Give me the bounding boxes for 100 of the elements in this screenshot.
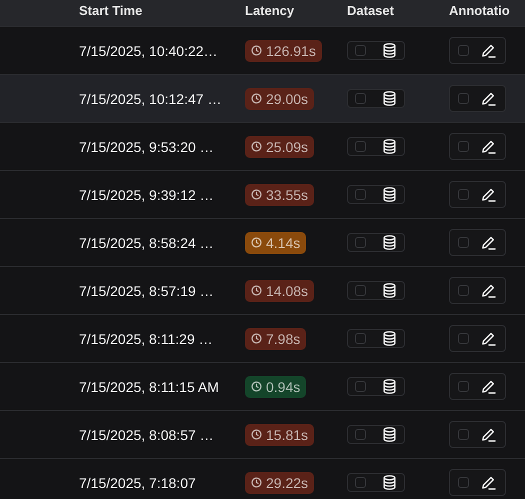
latency-badge: 7.98s bbox=[245, 328, 306, 350]
checkbox[interactable] bbox=[355, 237, 366, 248]
database-icon bbox=[383, 187, 396, 202]
start-time: 7/15/2025, 8:57:19 … bbox=[79, 282, 215, 298]
database-icon bbox=[383, 283, 396, 298]
checkbox[interactable] bbox=[458, 429, 469, 440]
dataset-toggle[interactable] bbox=[347, 41, 405, 60]
clock-icon bbox=[251, 285, 262, 296]
latency-badge: 126.91s bbox=[245, 40, 322, 62]
column-header[interactable]: Start Time bbox=[79, 4, 245, 18]
database-icon bbox=[383, 91, 396, 106]
annotation-toggle[interactable] bbox=[449, 373, 506, 400]
annotation-toggle[interactable] bbox=[449, 229, 506, 256]
database-icon bbox=[383, 379, 396, 394]
table-row[interactable]: 7/15/2025, 8:57:19 … 14.08s bbox=[0, 266, 525, 314]
checkbox[interactable] bbox=[458, 93, 469, 104]
pencil-icon bbox=[481, 380, 496, 394]
table-row[interactable]: 7/15/2025, 9:53:20 … 25.09s bbox=[0, 122, 525, 170]
checkbox[interactable] bbox=[458, 45, 469, 56]
pencil-icon bbox=[481, 140, 496, 154]
latency-badge: 29.22s bbox=[245, 472, 314, 494]
column-header[interactable]: Dataset bbox=[347, 4, 449, 18]
latency-badge: 33.55s bbox=[245, 184, 314, 206]
start-time: 7/15/2025, 7:18:07 bbox=[79, 474, 197, 490]
database-icon bbox=[383, 43, 396, 58]
annotation-toggle[interactable] bbox=[449, 133, 506, 160]
latency-badge: 25.09s bbox=[245, 136, 314, 158]
table-row[interactable]: 7/15/2025, 8:11:29 … 7.98s bbox=[0, 314, 525, 362]
pencil-icon bbox=[481, 332, 496, 346]
database-icon bbox=[383, 331, 396, 346]
pencil-icon bbox=[481, 92, 496, 106]
table-row[interactable]: 7/15/2025, 9:39:12 … 33.55s bbox=[0, 170, 525, 218]
database-icon bbox=[383, 235, 396, 250]
start-time: 7/15/2025, 8:11:15 AM bbox=[79, 378, 220, 394]
latency-badge: 0.94s bbox=[245, 376, 306, 398]
table-row[interactable]: 7/15/2025, 8:11:15 AM 0.94s bbox=[0, 362, 525, 410]
annotation-toggle[interactable] bbox=[449, 37, 506, 64]
clock-icon bbox=[251, 333, 262, 344]
checkbox[interactable] bbox=[458, 477, 469, 488]
start-time: 7/15/2025, 10:40:22… bbox=[79, 42, 219, 58]
table-row[interactable]: 7/15/2025, 8:08:57 … 15.81s bbox=[0, 410, 525, 458]
checkbox[interactable] bbox=[355, 141, 366, 152]
pencil-icon bbox=[481, 236, 496, 250]
latency-badge: 14.08s bbox=[245, 280, 314, 302]
dataset-toggle[interactable] bbox=[347, 89, 405, 108]
checkbox[interactable] bbox=[355, 189, 366, 200]
checkbox[interactable] bbox=[355, 93, 366, 104]
latency-badge: 4.14s bbox=[245, 232, 306, 254]
clock-icon bbox=[251, 93, 262, 104]
table-row[interactable]: 7/15/2025, 10:40:22… 126.91s bbox=[0, 26, 525, 74]
dataset-toggle[interactable] bbox=[347, 329, 405, 348]
table-row[interactable]: 7/15/2025, 7:18:07 29.22s bbox=[0, 458, 525, 499]
checkbox[interactable] bbox=[355, 45, 366, 56]
annotation-toggle[interactable] bbox=[449, 277, 506, 304]
annotation-toggle[interactable] bbox=[449, 85, 506, 112]
checkbox[interactable] bbox=[458, 189, 469, 200]
table-row[interactable]: 7/15/2025, 10:12:47 … 29.00s bbox=[0, 74, 525, 122]
annotation-toggle[interactable] bbox=[449, 325, 506, 352]
checkbox[interactable] bbox=[458, 141, 469, 152]
table-row[interactable]: 7/15/2025, 8:58:24 … 4.14s bbox=[0, 218, 525, 266]
annotation-toggle[interactable] bbox=[449, 421, 506, 448]
dataset-toggle[interactable] bbox=[347, 137, 405, 156]
dataset-toggle[interactable] bbox=[347, 281, 405, 300]
clock-icon bbox=[251, 429, 262, 440]
pencil-icon bbox=[481, 476, 496, 490]
checkbox[interactable] bbox=[355, 333, 366, 344]
checkbox[interactable] bbox=[355, 429, 366, 440]
dataset-toggle[interactable] bbox=[347, 233, 405, 252]
checkbox[interactable] bbox=[355, 285, 366, 296]
clock-icon bbox=[251, 45, 262, 56]
pencil-icon bbox=[481, 428, 496, 442]
checkbox[interactable] bbox=[355, 381, 366, 392]
annotation-toggle[interactable] bbox=[449, 181, 506, 208]
column-header[interactable]: Latency bbox=[245, 4, 347, 18]
start-time: 7/15/2025, 8:08:57 … bbox=[79, 426, 215, 442]
latency-badge: 15.81s bbox=[245, 424, 314, 446]
checkbox[interactable] bbox=[355, 477, 366, 488]
clock-icon bbox=[251, 381, 262, 392]
dataset-toggle[interactable] bbox=[347, 425, 405, 444]
checkbox[interactable] bbox=[458, 285, 469, 296]
pencil-icon bbox=[481, 284, 496, 298]
dataset-toggle[interactable] bbox=[347, 377, 405, 396]
dataset-toggle[interactable] bbox=[347, 185, 405, 204]
pencil-icon bbox=[481, 44, 496, 58]
latency-badge: 29.00s bbox=[245, 88, 314, 110]
clock-icon bbox=[251, 189, 262, 200]
database-icon bbox=[383, 427, 396, 442]
start-time: 7/15/2025, 8:58:24 … bbox=[79, 234, 215, 250]
checkbox[interactable] bbox=[458, 237, 469, 248]
pencil-icon bbox=[481, 188, 496, 202]
clock-icon bbox=[251, 237, 262, 248]
column-header[interactable]: Annotatio bbox=[449, 4, 525, 18]
start-time: 7/15/2025, 10:12:47 … bbox=[79, 90, 222, 106]
checkbox[interactable] bbox=[458, 381, 469, 392]
database-icon bbox=[383, 139, 396, 154]
start-time: 7/15/2025, 9:39:12 … bbox=[79, 186, 215, 202]
dataset-toggle[interactable] bbox=[347, 473, 405, 492]
start-time: 7/15/2025, 9:53:20 … bbox=[79, 138, 215, 154]
checkbox[interactable] bbox=[458, 333, 469, 344]
annotation-toggle[interactable] bbox=[449, 469, 506, 496]
